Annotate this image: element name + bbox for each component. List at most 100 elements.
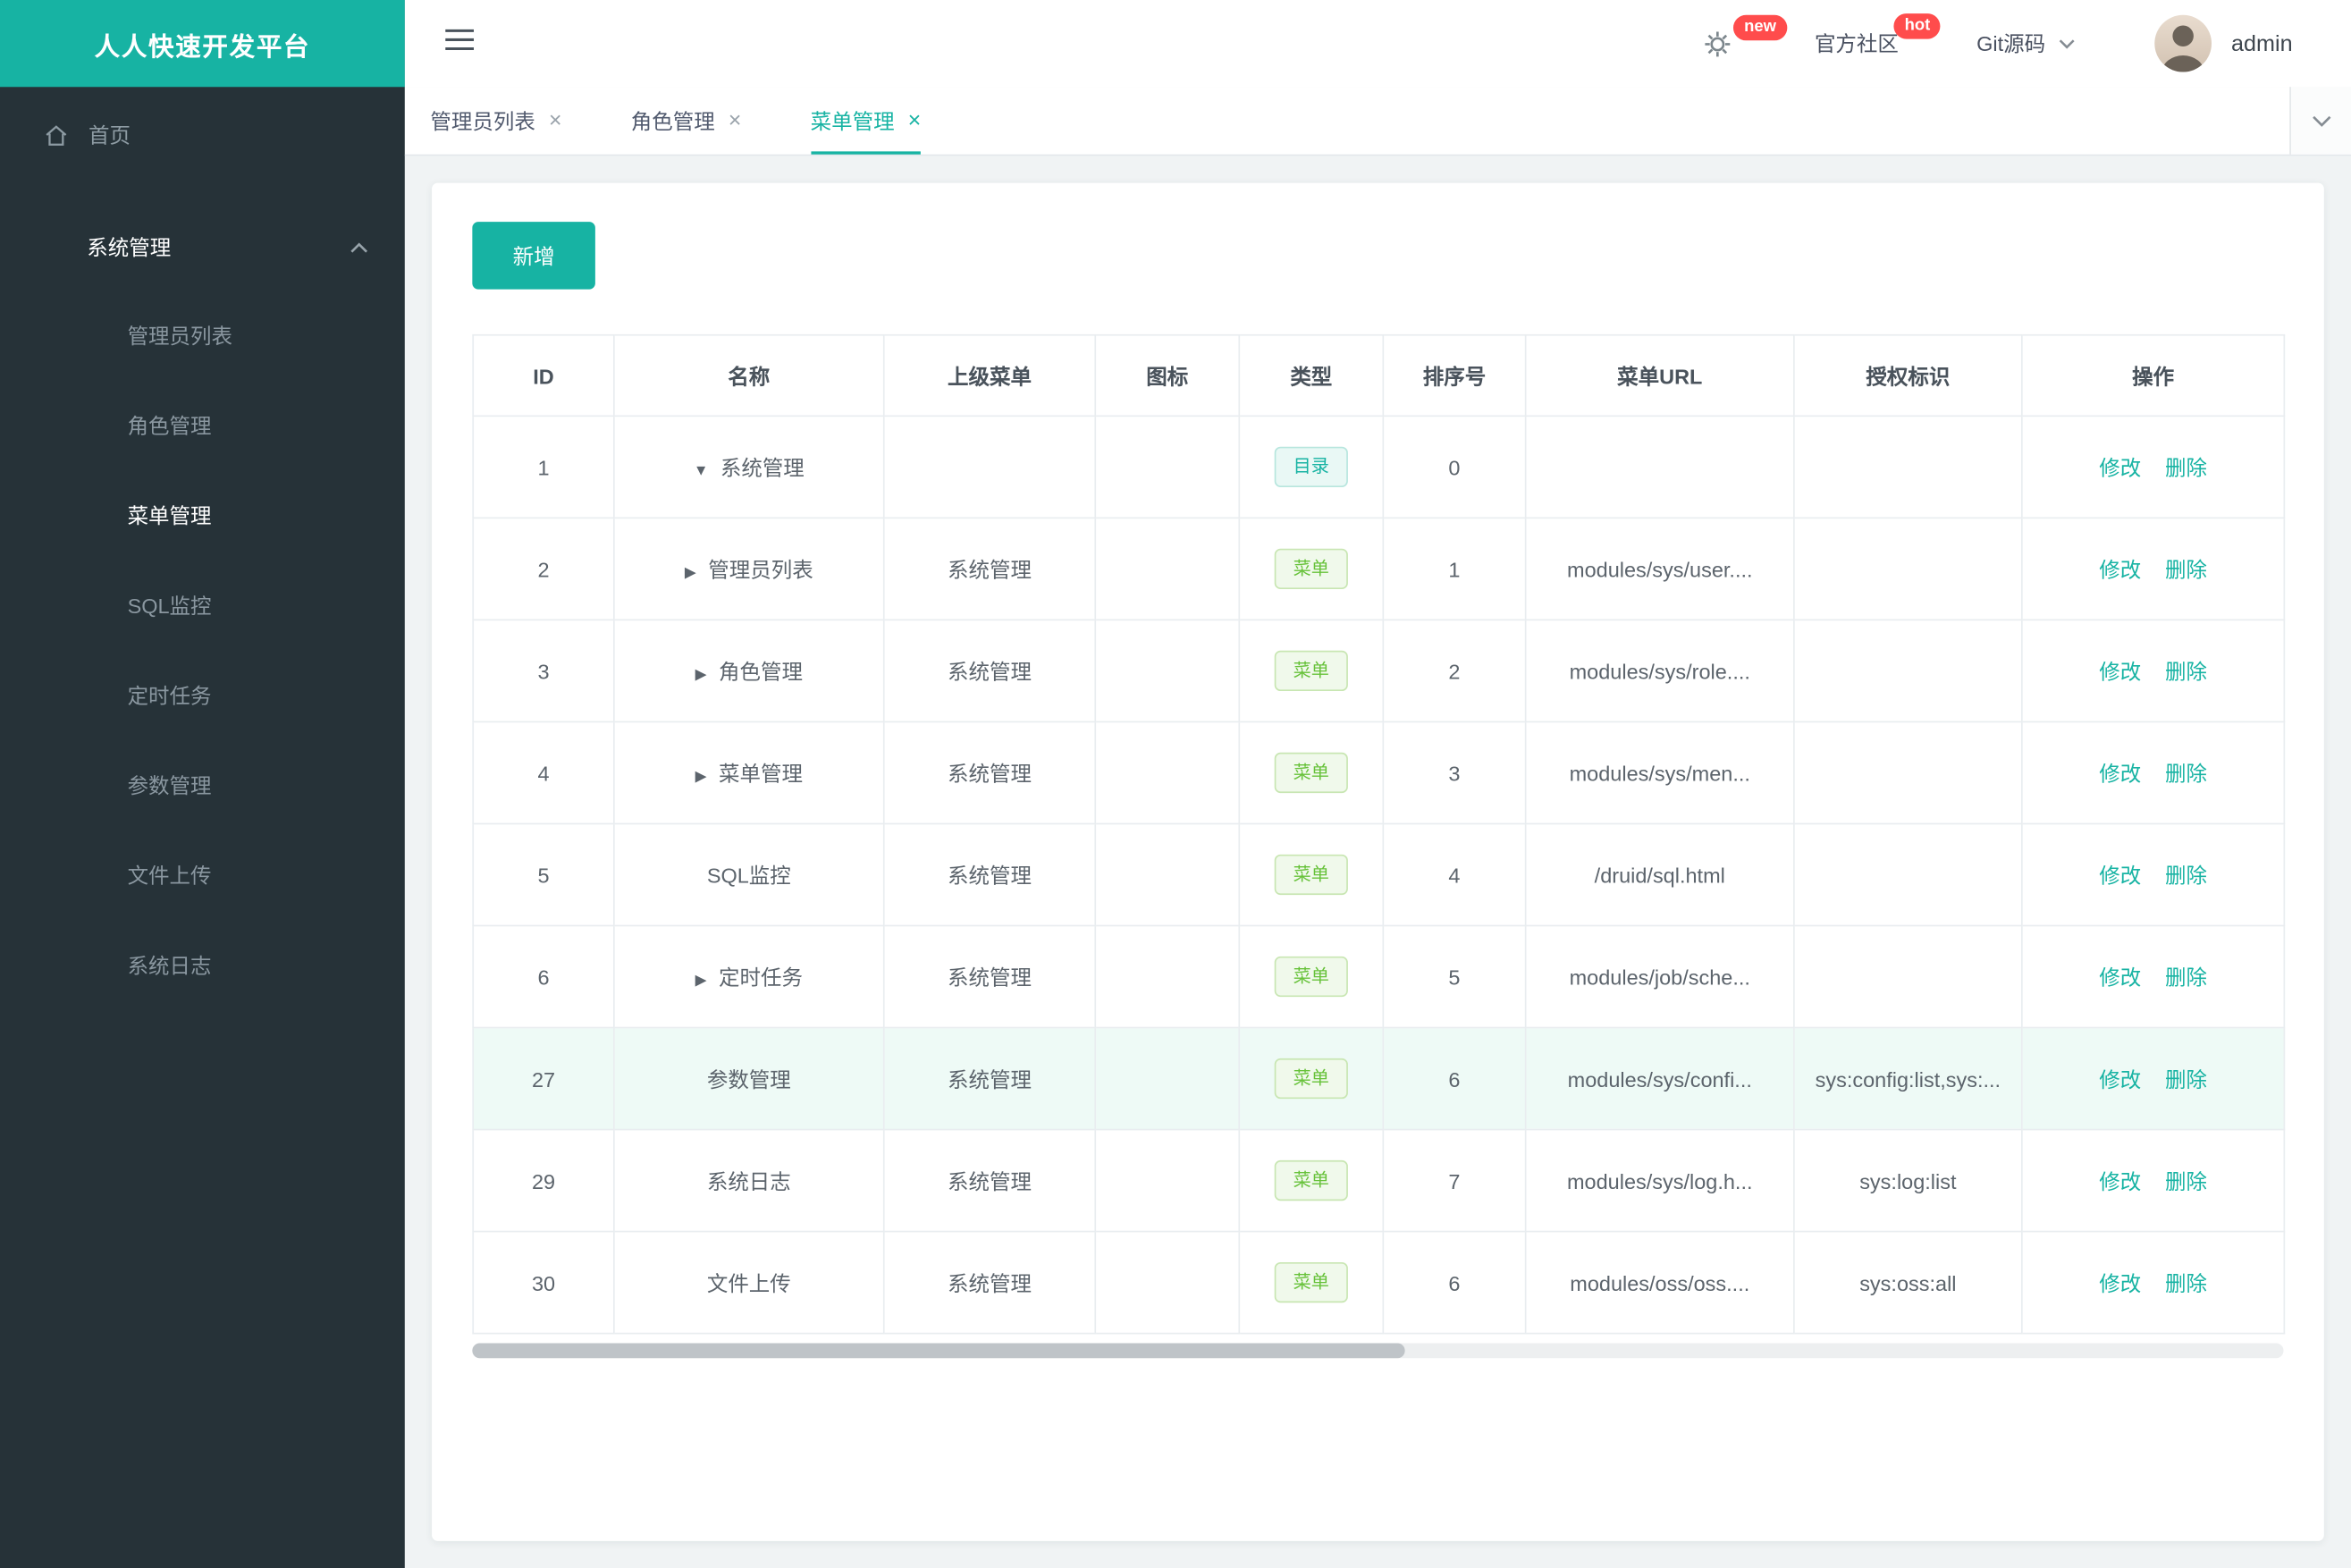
edit-link[interactable]: 修改 — [2099, 863, 2141, 887]
community-link[interactable]: 官方社区 hot — [1814, 13, 1942, 59]
cell-type: 菜单 — [1238, 1026, 1385, 1131]
tree-collapse-icon[interactable]: ▼ — [694, 462, 709, 478]
delete-link[interactable]: 删除 — [2165, 863, 2207, 887]
topbar-actions: new 官方社区 hot Git源码 admin — [1704, 13, 2293, 72]
git-source-dropdown[interactable]: Git源码 — [1976, 29, 2076, 59]
table-header-row: ID 名称 上级菜单 图标 类型 排序号 菜单URL 授权标识 操作 — [472, 333, 2286, 417]
cell-name: 文件上传 — [613, 1230, 885, 1335]
cell-icon — [1094, 822, 1241, 927]
edit-link[interactable]: 修改 — [2099, 455, 2141, 479]
menu-name: 系统日志 — [706, 1168, 791, 1193]
edit-link[interactable]: 修改 — [2099, 1168, 2141, 1193]
avatar[interactable] — [2154, 14, 2212, 72]
cell-icon — [1094, 721, 1241, 825]
cell-type: 菜单 — [1238, 721, 1385, 825]
cell-id: 5 — [472, 822, 615, 927]
tab-list-dropdown[interactable] — [2289, 87, 2351, 155]
add-button[interactable]: 新增 — [472, 222, 595, 290]
sidebar-item-system-log[interactable]: 系统日志 — [0, 921, 405, 1011]
cell-parent: 系统管理 — [882, 619, 1097, 723]
cell-order: 4 — [1382, 822, 1527, 927]
menu-name: 管理员列表 — [708, 556, 813, 581]
username[interactable]: admin — [2231, 30, 2293, 56]
settings-gear-button[interactable]: new — [1704, 13, 1787, 58]
sidebar-item-label: 参数管理 — [127, 773, 212, 798]
table-row-highlighted: 27 参数管理 系统管理 菜单 6 modules/sys/confi... s… — [472, 1026, 2286, 1131]
col-header-name: 名称 — [613, 333, 885, 417]
cell-name: 参数管理 — [613, 1026, 885, 1131]
tabbar-spacer — [990, 87, 2290, 154]
git-label: Git源码 — [1976, 31, 2046, 56]
delete-link[interactable]: 删除 — [2165, 455, 2207, 479]
cell-perms — [1793, 822, 2023, 927]
cell-parent: 系统管理 — [882, 924, 1097, 1029]
delete-link[interactable]: 删除 — [2165, 659, 2207, 683]
tab-role-manage[interactable]: 角色管理 × — [631, 87, 742, 154]
cell-perms: sys:oss:all — [1793, 1230, 2023, 1335]
cell-order: 5 — [1382, 924, 1527, 1029]
community-label: 官方社区 — [1814, 31, 1899, 56]
type-badge: 菜单 — [1275, 752, 1348, 794]
edit-link[interactable]: 修改 — [2099, 659, 2141, 683]
edit-link[interactable]: 修改 — [2099, 1066, 2141, 1091]
delete-link[interactable]: 删除 — [2165, 761, 2207, 785]
close-icon[interactable]: × — [729, 109, 742, 131]
sidebar-item-menu-manage[interactable]: 菜单管理 — [0, 471, 405, 561]
tree-expand-icon[interactable]: ▶ — [695, 666, 707, 682]
cell-id: 29 — [472, 1128, 615, 1233]
menu-name: 定时任务 — [719, 965, 803, 989]
sidebar-item-file-upload[interactable]: 文件上传 — [0, 830, 405, 921]
scale-wrapper: 人人快速开发平台 首页 系统管理 管理员列表 角色管理 菜单管理 SQL监控 定… — [0, 0, 2351, 1568]
delete-link[interactable]: 删除 — [2165, 1168, 2207, 1193]
horizontal-scrollbar[interactable] — [472, 1343, 2284, 1359]
cell-order: 7 — [1382, 1128, 1527, 1233]
delete-link[interactable]: 删除 — [2165, 965, 2207, 989]
edit-link[interactable]: 修改 — [2099, 1270, 2141, 1294]
cell-perms — [1793, 415, 2023, 519]
col-header-icon: 图标 — [1094, 333, 1241, 417]
cell-order: 0 — [1382, 415, 1527, 519]
scrollbar-thumb[interactable] — [472, 1343, 1405, 1359]
cell-icon — [1094, 619, 1241, 723]
table-row: 5 SQL监控 系统管理 菜单 4 /druid/sql.html 修改 删除 — [472, 822, 2286, 927]
cell-ops: 修改 删除 — [2021, 517, 2286, 621]
close-icon[interactable]: × — [908, 109, 922, 131]
cell-type: 菜单 — [1238, 822, 1385, 927]
cell-id: 27 — [472, 1026, 615, 1131]
sidebar-item-home[interactable]: 首页 — [0, 87, 405, 182]
table-row: 1 ▼ 系统管理 目录 0 修改 删除 — [472, 415, 2286, 519]
sidebar-item-sql-monitor[interactable]: SQL监控 — [0, 561, 405, 651]
edit-link[interactable]: 修改 — [2099, 761, 2141, 785]
sidebar-home-label: 首页 — [88, 122, 131, 148]
delete-link[interactable]: 删除 — [2165, 1066, 2207, 1091]
type-badge: 菜单 — [1275, 548, 1348, 590]
sidebar-item-admin-list[interactable]: 管理员列表 — [0, 291, 405, 381]
tree-expand-icon[interactable]: ▶ — [685, 564, 696, 580]
edit-link[interactable]: 修改 — [2099, 965, 2141, 989]
sidebar-item-scheduled-tasks[interactable]: 定时任务 — [0, 651, 405, 741]
menu-toggle-icon[interactable] — [445, 29, 475, 59]
menu-name: 参数管理 — [706, 1066, 791, 1091]
edit-link[interactable]: 修改 — [2099, 557, 2141, 581]
tree-expand-icon[interactable]: ▶ — [695, 768, 707, 784]
sidebar-group-system[interactable]: 系统管理 — [0, 204, 405, 291]
close-icon[interactable]: × — [549, 109, 562, 131]
main-column: new 官方社区 hot Git源码 admin 管理员列表 × 角色管理 × … — [404, 0, 2351, 1568]
cell-ops: 修改 删除 — [2021, 822, 2286, 927]
delete-link[interactable]: 删除 — [2165, 557, 2207, 581]
cell-url: modules/sys/log.h... — [1524, 1128, 1795, 1233]
sidebar-item-param-manage[interactable]: 参数管理 — [0, 740, 405, 830]
cell-parent: 系统管理 — [882, 1230, 1097, 1335]
sidebar-item-role-manage[interactable]: 角色管理 — [0, 381, 405, 471]
cell-parent: 系统管理 — [882, 1026, 1097, 1131]
delete-link[interactable]: 删除 — [2165, 1270, 2207, 1294]
cell-ops: 修改 删除 — [2021, 924, 2286, 1029]
col-header-parent: 上级菜单 — [882, 333, 1097, 417]
sidebar-item-label: SQL监控 — [127, 594, 212, 618]
tree-expand-icon[interactable]: ▶ — [695, 972, 707, 988]
tab-menu-manage[interactable]: 菜单管理 × — [810, 87, 922, 155]
home-icon — [46, 124, 67, 146]
tab-admin-list[interactable]: 管理员列表 × — [430, 87, 561, 154]
cell-name: ▶ 角色管理 — [613, 619, 885, 723]
cell-name: 系统日志 — [613, 1128, 885, 1233]
